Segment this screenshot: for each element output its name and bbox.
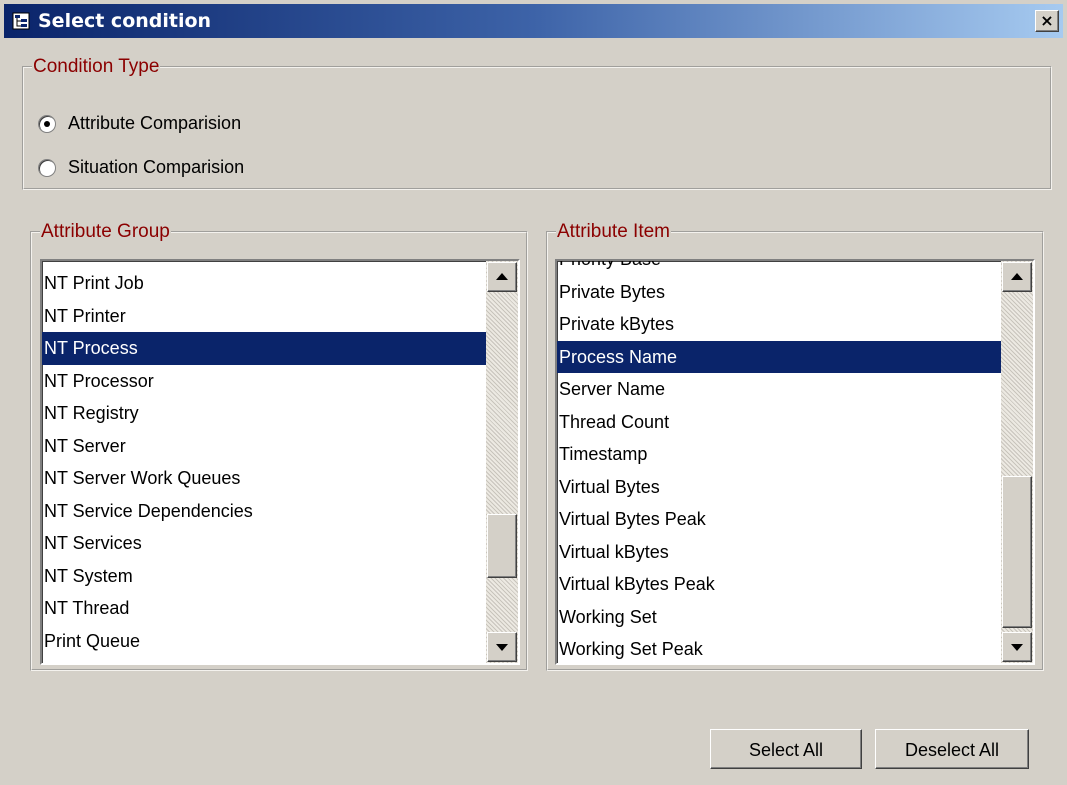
window-title: Select condition	[38, 10, 212, 32]
close-button[interactable]: ×	[1035, 10, 1059, 32]
radio-label-situation: Situation Comparision	[68, 157, 245, 177]
list-item[interactable]: NT Print Job	[42, 267, 486, 300]
scroll-down-button[interactable]	[1002, 632, 1032, 662]
list-item-selected[interactable]: NT Process	[42, 332, 486, 365]
window-tree-icon	[12, 12, 30, 30]
list-item[interactable]: NT Processor	[42, 365, 486, 398]
attribute-group-legend: Attribute Group	[41, 221, 170, 242]
list-item[interactable]: Virtual kBytes Peak	[557, 568, 1001, 601]
list-item[interactable]: Thread Count	[557, 406, 1001, 439]
attribute-group-list[interactable]: NT Print Job NT Printer NT Process NT Pr…	[40, 259, 520, 665]
list-item[interactable]: Working Set Peak	[557, 633, 1001, 663]
list-item[interactable]: Working Set	[557, 601, 1001, 634]
radio-attribute-comparision[interactable]: Attribute Comparision	[38, 113, 241, 134]
scroll-thumb[interactable]	[1002, 476, 1032, 628]
attribute-item-scrollbar[interactable]	[1001, 261, 1033, 663]
attribute-group-scrollbar[interactable]	[486, 261, 518, 663]
list-item[interactable]: Priority Base	[557, 261, 1001, 276]
list-item[interactable]: NT Printer	[42, 300, 486, 333]
radio-label-attribute: Attribute Comparision	[68, 113, 242, 133]
list-item[interactable]: NT Server	[42, 430, 486, 463]
list-item[interactable]: Virtual Bytes	[557, 471, 1001, 504]
scroll-up-button[interactable]	[1002, 262, 1032, 292]
title-bar[interactable]: Select condition ×	[4, 4, 1063, 38]
scroll-thumb[interactable]	[487, 514, 517, 578]
list-item[interactable]: NT Thread	[42, 592, 486, 625]
list-item[interactable]: NT System	[42, 560, 486, 593]
list-item[interactable]: Private Bytes	[557, 276, 1001, 309]
radio-situation-comparision[interactable]: Situation Comparision	[38, 157, 244, 178]
list-item[interactable]: Private kBytes	[557, 308, 1001, 341]
condition-type-group: Condition Type Attribute Comparision Sit…	[22, 56, 1052, 190]
scroll-up-button[interactable]	[487, 262, 517, 292]
select-all-button[interactable]: Select All	[710, 729, 862, 769]
list-item[interactable]: Virtual Bytes Peak	[557, 503, 1001, 536]
deselect-all-button[interactable]: Deselect All	[875, 729, 1029, 769]
list-item[interactable]: Print Queue	[42, 625, 486, 658]
radio-button-selected[interactable]	[38, 114, 56, 133]
list-item[interactable]: NT Registry	[42, 397, 486, 430]
arrow-down-icon	[496, 644, 508, 651]
arrow-up-icon	[496, 273, 508, 280]
list-item[interactable]: NT Services	[42, 527, 486, 560]
list-item-selected[interactable]: Process Name	[557, 340, 1001, 373]
list-item[interactable]: Server Name	[557, 373, 1001, 406]
arrow-up-icon	[1011, 273, 1023, 280]
list-item[interactable]: Timestamp	[557, 438, 1001, 471]
list-item[interactable]: NT Service Dependencies	[42, 495, 486, 528]
list-item[interactable]: Virtual kBytes	[557, 536, 1001, 569]
list-item[interactable]: NT Server Work Queues	[42, 462, 486, 495]
radio-button[interactable]	[38, 158, 56, 177]
attribute-item-legend: Attribute Item	[557, 221, 670, 242]
attribute-item-list[interactable]: Priority Base Private Bytes Private kByt…	[555, 259, 1035, 665]
condition-type-legend: Condition Type	[33, 56, 160, 77]
arrow-down-icon	[1011, 644, 1023, 651]
scroll-down-button[interactable]	[487, 632, 517, 662]
